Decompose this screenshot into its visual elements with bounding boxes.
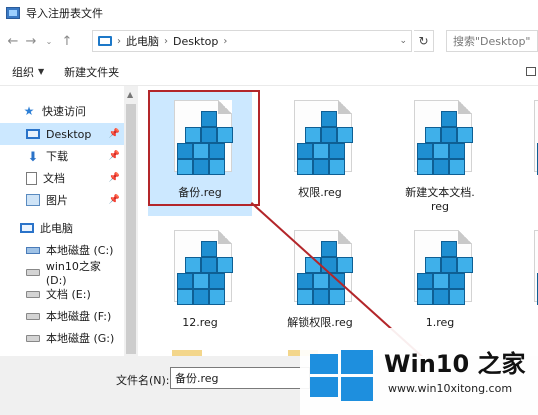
forward-arrow-icon[interactable]: →: [22, 30, 40, 52]
file-name: 12.reg: [182, 316, 218, 329]
registry-file-icon: [534, 100, 538, 175]
this-pc-icon: [20, 223, 34, 233]
sidebar-item-documents[interactable]: 文档 📌: [0, 167, 124, 189]
sidebar-item-label: 下载: [46, 150, 68, 163]
watermark-brand: Win10 之家: [384, 350, 526, 378]
sidebar-item-drive-f[interactable]: 本地磁盘 (F:): [0, 305, 124, 327]
sidebar-item-label: 文档 (E:): [46, 288, 91, 301]
download-icon: ⬇: [27, 150, 39, 165]
drive-icon: [26, 268, 40, 276]
filename-label: 文件名(N):: [116, 374, 170, 387]
breadcrumb-this-pc[interactable]: 此电脑: [126, 33, 159, 49]
organize-button[interactable]: 组织: [12, 64, 34, 80]
drive-icon: [26, 290, 40, 298]
navigation-pane: ★ 快速访问 Desktop 📌 ⬇ 下载 📌 文档 📌 图片 📌 此电脑 本地…: [0, 96, 124, 356]
pin-icon: 📌: [108, 129, 120, 139]
sidebar-item-quick-access[interactable]: ★ 快速访问: [0, 100, 124, 122]
drive-icon: [26, 312, 40, 320]
registry-file-icon: [414, 100, 473, 175]
file-item[interactable]: 12.reg: [148, 220, 252, 346]
file-name: 新建文本文档. reg: [405, 186, 475, 213]
command-bar: 组织 ▼ 新建文件夹: [0, 58, 538, 86]
sidebar-item-label: 本地磁盘 (G:): [46, 332, 115, 345]
sidebar-scrollbar[interactable]: ▲: [124, 86, 138, 356]
sidebar-item-downloads[interactable]: ⬇ 下载 📌: [0, 145, 124, 167]
file-name: 权限.reg: [298, 186, 342, 199]
watermark: Win10 之家 www.win10xitong.com: [300, 328, 538, 415]
windows-logo-icon: [310, 348, 374, 401]
sidebar-item-label: 此电脑: [40, 222, 73, 235]
registry-file-icon: [534, 230, 538, 305]
address-dropdown-icon[interactable]: ⌄: [399, 36, 407, 46]
pin-icon: 📌: [108, 195, 120, 205]
sidebar-item-label: 本地磁盘 (C:): [46, 244, 114, 257]
sidebar-item-drive-d[interactable]: win10之家 (D:): [0, 260, 124, 287]
breadcrumb-separator-icon: ›: [164, 35, 168, 47]
refresh-icon[interactable]: ↻: [414, 30, 434, 52]
back-arrow-icon[interactable]: ←: [4, 30, 22, 52]
star-icon: ★: [23, 104, 35, 118]
document-icon: [26, 171, 37, 185]
title-bar: 导入注册表文件: [0, 0, 538, 26]
breadcrumb-separator-icon: ›: [223, 35, 228, 47]
sidebar-item-label: 本地磁盘 (F:): [46, 310, 112, 323]
chevron-down-icon[interactable]: ⌄: [40, 30, 58, 52]
new-folder-button[interactable]: 新建文件夹: [64, 64, 119, 80]
sidebar-item-drive-g[interactable]: 本地磁盘 (G:): [0, 327, 124, 349]
registry-file-icon: [414, 230, 473, 305]
drive-icon: [26, 334, 40, 342]
highlight-box: [148, 90, 260, 206]
pin-icon: 📌: [108, 173, 120, 183]
filename-input[interactable]: 备份.reg: [170, 367, 310, 389]
watermark-url: www.win10xitong.com: [388, 382, 513, 395]
sidebar-item-pictures[interactable]: 图片 📌: [0, 189, 124, 211]
address-bar[interactable]: › 此电脑 › Desktop › ⌄: [92, 30, 412, 52]
view-options-icon[interactable]: [526, 67, 536, 76]
sidebar-item-label: 文档: [43, 172, 65, 185]
monitor-icon: [26, 129, 40, 139]
registry-file-icon: [174, 230, 233, 305]
up-arrow-icon[interactable]: ↑: [58, 30, 76, 52]
breadcrumb-separator-icon: ›: [117, 35, 121, 47]
sidebar-item-drive-e[interactable]: 文档 (E:): [0, 283, 124, 305]
sidebar-item-label: 快速访问: [42, 105, 86, 118]
scrollbar-thumb[interactable]: [126, 104, 136, 354]
sidebar-item-label: Desktop: [46, 127, 92, 141]
file-item[interactable]: 权限.reg: [268, 90, 372, 216]
registry-app-icon: [6, 7, 20, 19]
organize-dropdown-icon[interactable]: ▼: [38, 67, 44, 76]
search-input[interactable]: 搜索"Desktop": [446, 30, 538, 52]
window-title: 导入注册表文件: [26, 7, 103, 20]
picture-icon: [26, 194, 40, 206]
windows-drive-icon: [26, 246, 40, 254]
file-item[interactable]: 照片: [508, 90, 538, 216]
registry-file-icon: [294, 100, 353, 175]
sidebar-item-this-pc[interactable]: 此电脑: [0, 217, 124, 239]
this-pc-icon: [98, 36, 112, 46]
pin-icon: 📌: [108, 151, 120, 161]
sidebar-item-desktop[interactable]: Desktop 📌: [0, 123, 124, 145]
sidebar-item-label: 图片: [46, 194, 68, 207]
file-item[interactable]: 新建文本文档. reg: [388, 90, 492, 216]
scroll-up-icon[interactable]: ▲: [127, 90, 133, 99]
navigation-bar: ← → ⌄ ↑ › 此电脑 › Desktop › ⌄ ↻ 搜索"Desktop…: [0, 26, 538, 56]
file-name: 照片: [508, 186, 538, 200]
breadcrumb-desktop[interactable]: Desktop: [173, 35, 218, 48]
